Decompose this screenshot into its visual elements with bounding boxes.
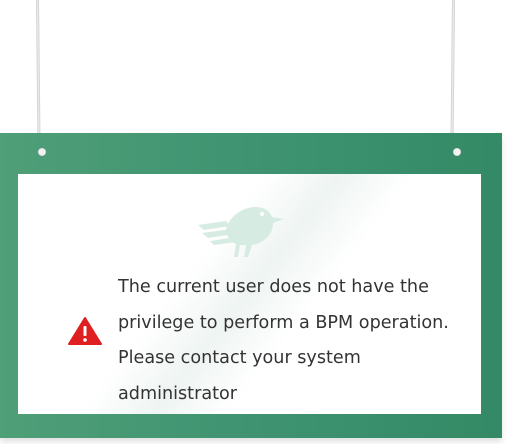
- access-denied-scene: The current user does not have the privi…: [0, 0, 510, 444]
- bird-logo-icon: [198, 207, 284, 257]
- left-hanging-wire: [36, 0, 41, 149]
- error-message: The current user does not have the privi…: [118, 277, 449, 404]
- sign-panel: The current user does not have the privi…: [18, 174, 481, 414]
- left-nail: [38, 148, 46, 156]
- warning-triangle-icon: [68, 317, 102, 345]
- right-nail: [453, 148, 461, 156]
- hanging-sign: The current user does not have the privi…: [0, 133, 502, 438]
- right-hanging-wire: [450, 0, 455, 149]
